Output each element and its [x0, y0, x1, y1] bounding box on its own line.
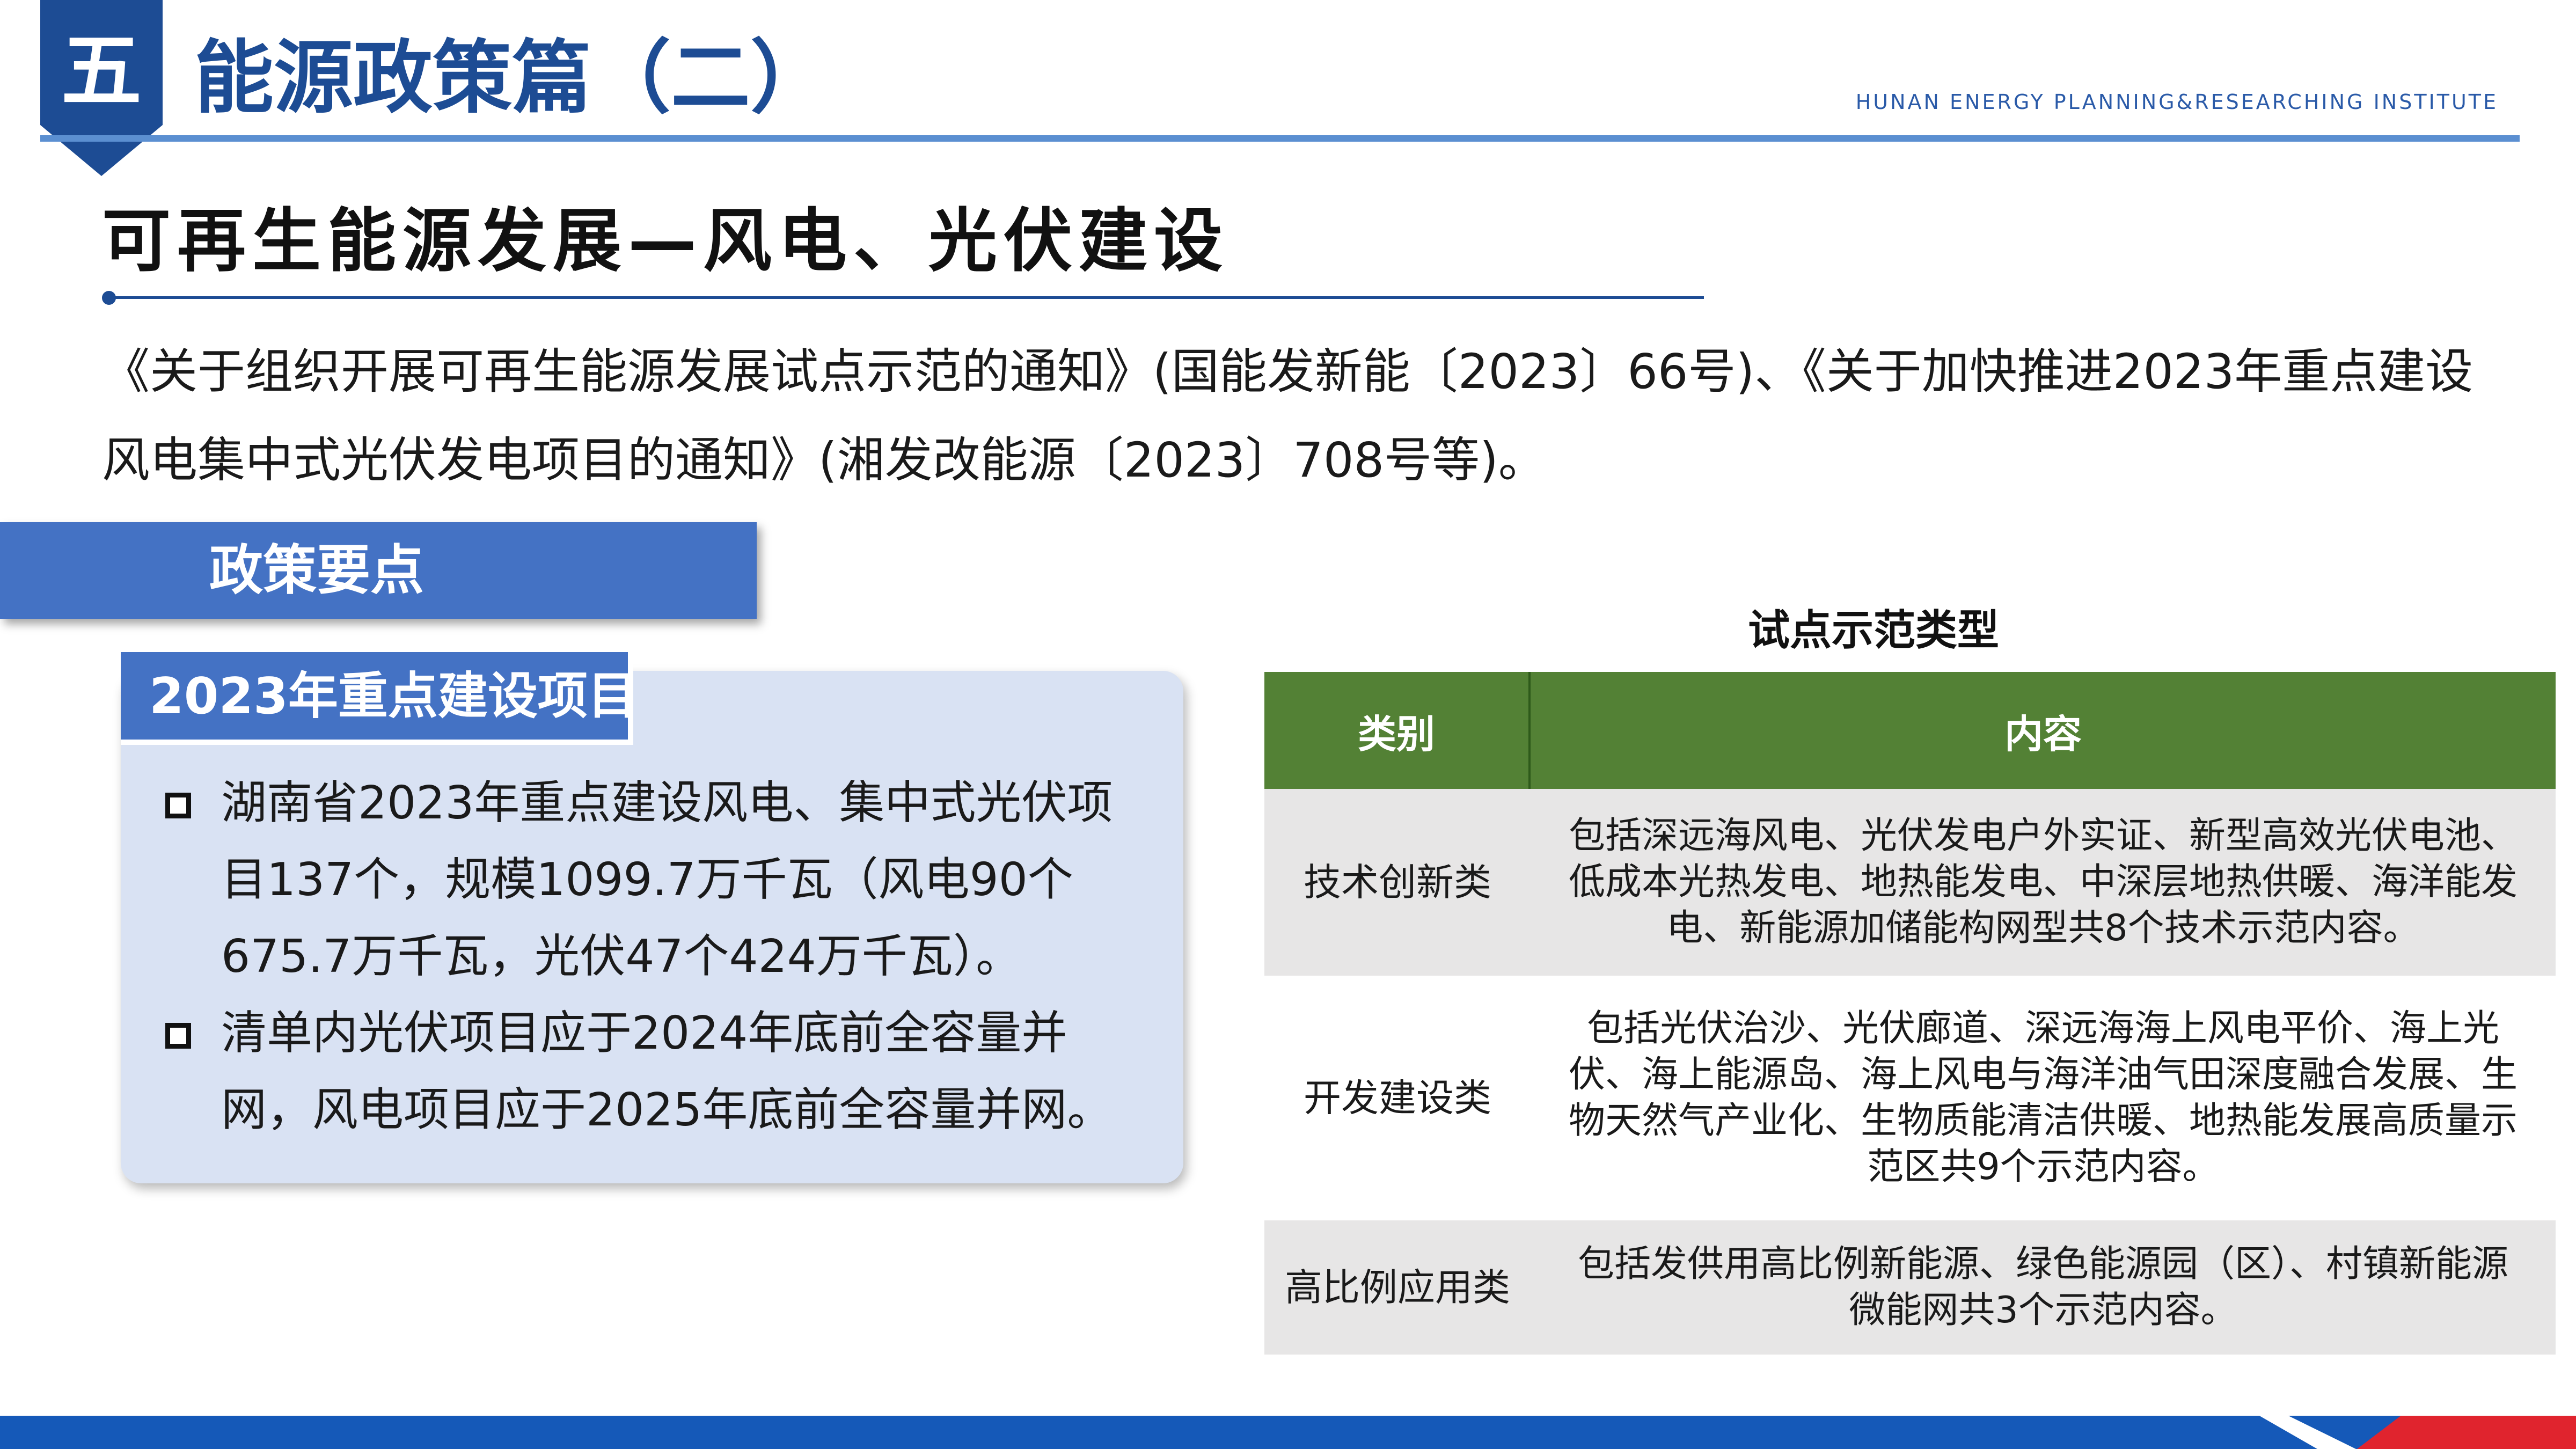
bullet-text: 清单内光伏项目应于2024年底前全容量并网，风电项目应于2025年底前全容量并网…: [221, 1007, 1113, 1137]
list-item: 清单内光伏项目应于2024年底前全容量并网，风电项目应于2025年底前全容量并网…: [161, 995, 1138, 1148]
list-item: 湖南省2023年重点建设风电、集中式光伏项目137个，规模1099.7万千瓦（风…: [161, 765, 1138, 995]
table-row: 开发建设类 包括光伏治沙、光伏廊道、深远海海上风电平价、海上光伏、海上能源岛、海…: [1264, 976, 2556, 1220]
key-projects-tab-label: 2023年重点建设项目: [149, 667, 638, 725]
header-divider: [40, 135, 2520, 142]
intro-paragraph: 《关于组织开展可再生能源发展试点示范的通知》(国能发新能〔2023〕66号)、《…: [102, 343, 2473, 488]
bullet-list: 湖南省2023年重点建设风电、集中式光伏项目137个，规模1099.7万千瓦（风…: [161, 765, 1138, 1148]
row-category: 高比例应用类: [1285, 1265, 1510, 1309]
pilot-types-table: 类别 内容 技术创新类 包括深远海风电、光伏发电户外实证、新型高效光伏电池、低成…: [1264, 672, 2556, 1355]
subtitle-underline: [105, 296, 1704, 299]
row-content: 包括光伏治沙、光伏廊道、深远海海上风电平价、海上光伏、海上能源岛、海上风电与海洋…: [1568, 1007, 2518, 1188]
bullet-text: 湖南省2023年重点建设风电、集中式光伏项目137个，规模1099.7万千瓦（风…: [221, 777, 1113, 983]
square-bullet-icon: [165, 1023, 191, 1049]
table-row: 技术创新类 包括深远海风电、光伏发电户外实证、新型高效光伏电池、低成本光热发电、…: [1264, 789, 2556, 976]
institute-name: HUNAN ENERGY PLANNING&RESEARCHING INSTIT…: [1855, 90, 2498, 114]
table-row: 高比例应用类 包括发供用高比例新能源、绿色能源园（区）、村镇新能源微能网共3个示…: [1264, 1220, 2556, 1355]
policy-banner-label: 政策要点: [209, 539, 424, 602]
footer-bar: [0, 1416, 2576, 1449]
section-number: 五: [61, 25, 142, 118]
row-content: 包括深远海风电、光伏发电户外实证、新型高效光伏电池、低成本光热发电、地热能发电、…: [1568, 815, 2518, 949]
table-header-row: 类别 内容: [1264, 672, 2556, 789]
square-bullet-icon: [165, 793, 191, 818]
row-category: 开发建设类: [1304, 1076, 1491, 1120]
row-category: 技术创新类: [1304, 860, 1491, 904]
header-content: 内容: [2004, 711, 2082, 757]
header-category: 类别: [1264, 672, 1531, 789]
slide-subtitle: 可再生能源发展—风电、光伏建设: [102, 201, 1230, 281]
row-content: 包括发供用高比例新能源、绿色能源园（区）、村镇新能源微能网共3个示范内容。: [1577, 1243, 2508, 1331]
page-title: 能源政策篇（二）: [194, 32, 830, 124]
table-title: 试点示范类型: [1747, 606, 1999, 655]
subtitle-underline-dot: [102, 291, 116, 305]
